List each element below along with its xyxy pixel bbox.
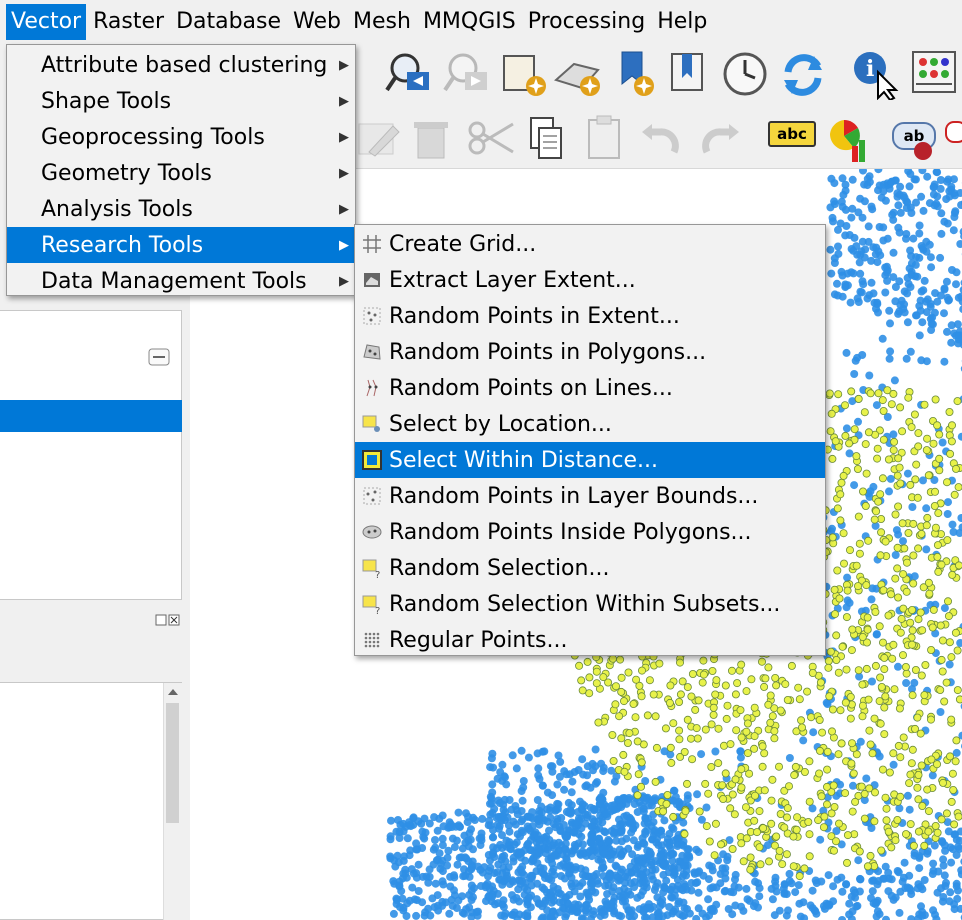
svg-text:?: ? bbox=[375, 606, 380, 615]
random-selection-icon: ? bbox=[362, 559, 380, 579]
collapse-all-icon[interactable] bbox=[147, 345, 171, 369]
research-tools-submenu: Create Grid... Extract Layer Extent... R… bbox=[354, 224, 826, 656]
zoom-next-icon[interactable] bbox=[443, 50, 491, 100]
menu-item-select-by-location[interactable]: Select by Location... bbox=[355, 406, 825, 442]
menu-bar: Vector Raster Database Web Mesh MMQGIS P… bbox=[0, 0, 962, 44]
menu-item-random-points-extent[interactable]: Random Points in Extent... bbox=[355, 298, 825, 334]
menu-item-attribute-clustering[interactable]: Attribute based clustering ▶ bbox=[7, 47, 355, 83]
menu-vector[interactable]: Vector bbox=[6, 4, 87, 40]
browser-panel bbox=[0, 310, 182, 600]
menu-raster[interactable]: Raster bbox=[88, 4, 169, 40]
cut-icon[interactable] bbox=[465, 116, 519, 162]
extent-icon bbox=[364, 273, 380, 287]
random-points-lines-icon bbox=[366, 379, 378, 397]
panel-float-close-icon[interactable] bbox=[155, 614, 181, 628]
menu-item-random-points-inside-polygons[interactable]: Random Points Inside Polygons... bbox=[355, 514, 825, 550]
svg-text:i: i bbox=[866, 56, 874, 82]
menu-item-research-tools[interactable]: Research Tools ▶ bbox=[7, 227, 355, 263]
redo-icon[interactable] bbox=[697, 120, 741, 160]
scroll-thumb[interactable] bbox=[166, 703, 179, 823]
label-toolbar-icon[interactable]: abc bbox=[768, 121, 816, 147]
random-selection-subsets-icon: ? bbox=[362, 595, 380, 615]
undo-icon[interactable] bbox=[640, 120, 684, 160]
menu-item-extract-layer-extent[interactable]: Extract Layer Extent... bbox=[355, 262, 825, 298]
scroll-up-icon[interactable] bbox=[164, 683, 182, 701]
menu-item-random-points-layer-bounds[interactable]: Random Points in Layer Bounds... bbox=[355, 478, 825, 514]
random-points-polygon-icon bbox=[363, 344, 381, 360]
selected-layer-row[interactable] bbox=[0, 400, 182, 432]
paste-icon[interactable] bbox=[585, 114, 625, 164]
statistics-icon[interactable] bbox=[910, 48, 960, 100]
new-spatial-bookmark-icon[interactable] bbox=[616, 48, 662, 100]
menu-item-shape-tools[interactable]: Shape Tools ▶ bbox=[7, 83, 355, 119]
label-partial-icon[interactable] bbox=[944, 118, 962, 148]
regular-points-icon bbox=[364, 632, 380, 648]
refresh-icon[interactable] bbox=[778, 48, 828, 100]
svg-text:?: ? bbox=[375, 570, 380, 579]
edit-pencil-icon[interactable] bbox=[355, 116, 403, 162]
diagram-icon[interactable] bbox=[828, 116, 874, 166]
zoom-last-icon[interactable] bbox=[385, 50, 433, 100]
menu-item-data-management-tools[interactable]: Data Management Tools ▶ bbox=[7, 263, 355, 299]
menu-item-geometry-tools[interactable]: Geometry Tools ▶ bbox=[7, 155, 355, 191]
menu-item-select-within-distance[interactable]: Select Within Distance... bbox=[355, 442, 825, 478]
copy-icon[interactable] bbox=[527, 114, 567, 164]
menu-database[interactable]: Database bbox=[171, 4, 286, 40]
delete-icon[interactable] bbox=[410, 116, 452, 162]
identify-features-icon[interactable]: i bbox=[850, 48, 904, 100]
menu-item-analysis-tools[interactable]: Analysis Tools ▶ bbox=[7, 191, 355, 227]
menu-processing[interactable]: Processing bbox=[523, 4, 650, 40]
menu-item-regular-points[interactable]: Regular Points... bbox=[355, 622, 825, 658]
temporal-controller-icon[interactable] bbox=[720, 48, 770, 100]
show-bookmarks-icon[interactable] bbox=[552, 50, 608, 100]
grid-icon bbox=[363, 235, 381, 253]
menu-item-random-points-lines[interactable]: Random Points on Lines... bbox=[355, 370, 825, 406]
layers-scrollbar[interactable] bbox=[163, 683, 182, 920]
menu-item-random-points-polygons[interactable]: Random Points in Polygons... bbox=[355, 334, 825, 370]
pin-icon bbox=[914, 142, 932, 160]
random-points-bounds-icon bbox=[363, 487, 381, 505]
menu-item-create-grid[interactable]: Create Grid... bbox=[355, 226, 825, 262]
select-distance-icon bbox=[362, 450, 382, 470]
layers-list-panel bbox=[0, 682, 182, 920]
vector-menu: Attribute based clustering ▶ Shape Tools ▶… bbox=[6, 44, 356, 296]
menu-web[interactable]: Web bbox=[288, 4, 346, 40]
menu-help[interactable]: Help bbox=[652, 4, 712, 40]
new-bookmark-icon[interactable] bbox=[500, 50, 550, 100]
random-points-icon bbox=[363, 307, 381, 325]
menu-item-random-selection-subsets[interactable]: ? Random Selection Within Subsets... bbox=[355, 586, 825, 622]
bookmark-icon[interactable] bbox=[668, 48, 712, 100]
menu-mesh[interactable]: Mesh bbox=[348, 4, 416, 40]
menu-item-random-selection[interactable]: ? Random Selection... bbox=[355, 550, 825, 586]
menu-mmqgis[interactable]: MMQGIS bbox=[418, 4, 521, 40]
select-location-icon bbox=[362, 415, 380, 432]
random-points-inside-icon bbox=[362, 525, 382, 539]
menu-item-geoprocessing-tools[interactable]: Geoprocessing Tools ▶ bbox=[7, 119, 355, 155]
